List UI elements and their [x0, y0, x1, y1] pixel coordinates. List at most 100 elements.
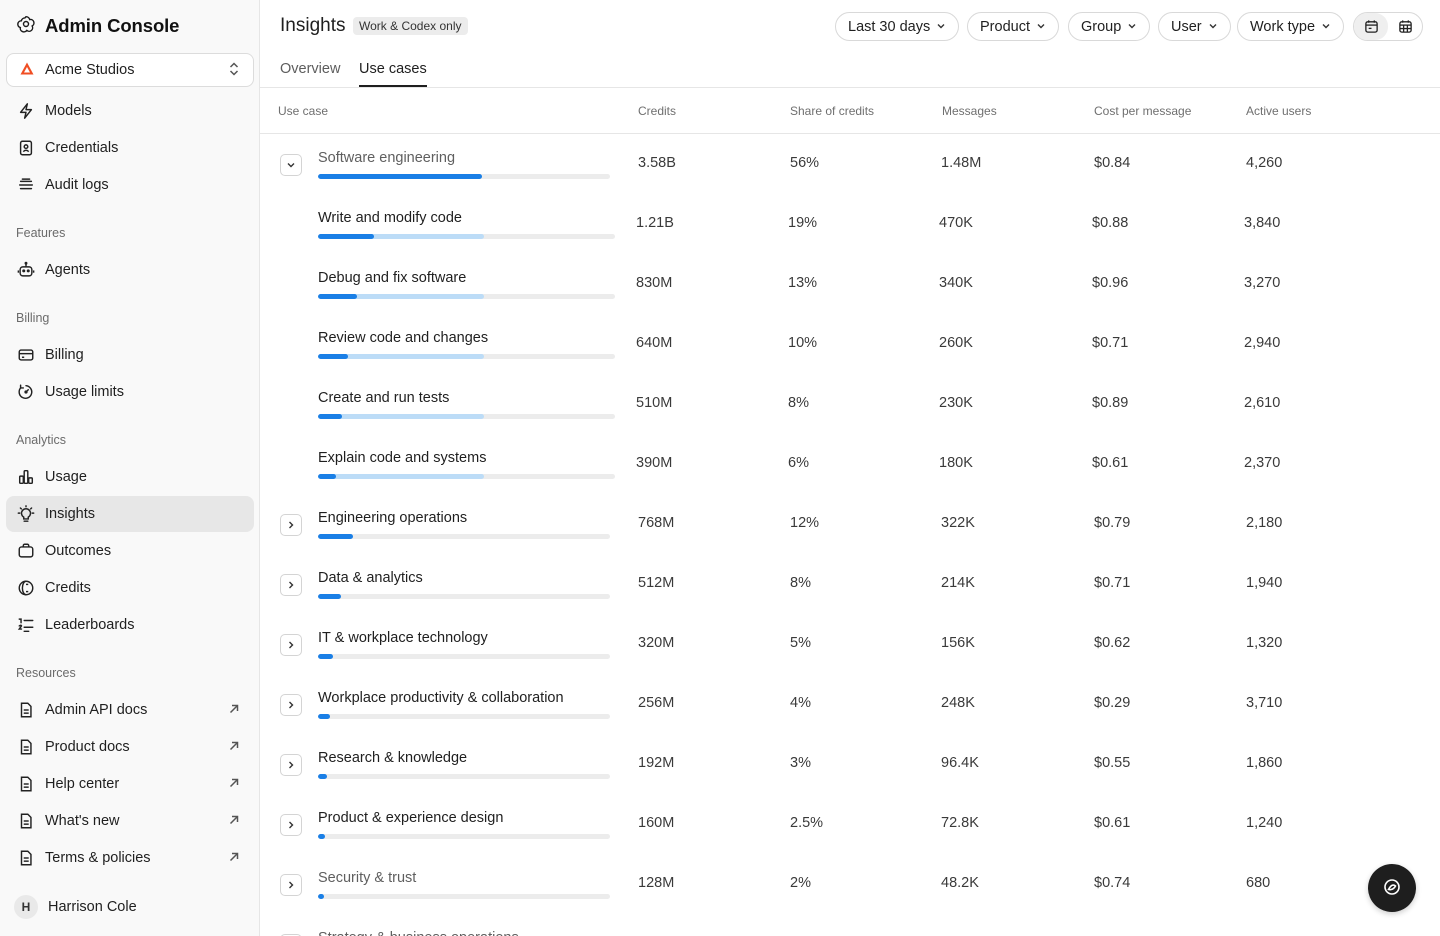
- external-link-icon: [228, 776, 240, 792]
- cell-users: 3,710: [1246, 695, 1283, 711]
- table-row[interactable]: Strategy & business operations: [260, 914, 1440, 936]
- filter-group[interactable]: Group: [1068, 12, 1151, 41]
- chevron-right-icon: [286, 757, 296, 773]
- tab-use-cases[interactable]: Use cases: [359, 61, 427, 87]
- share-fill: [318, 234, 374, 239]
- table-row[interactable]: IT & workplace technology 320M 5% 156K $0.62…: [260, 614, 1440, 674]
- share-fill: [318, 594, 341, 599]
- list-stack-icon: [16, 175, 36, 195]
- sidebar-item-agents[interactable]: Agents: [6, 252, 254, 288]
- use-case-name: Write and modify code: [318, 210, 462, 226]
- sidebar-item-whats-new[interactable]: What's new: [6, 803, 254, 839]
- briefcase-icon: [16, 541, 36, 561]
- cell-messages: 72.8K: [941, 815, 979, 831]
- sidebar-item-credentials[interactable]: Credentials: [6, 130, 254, 166]
- cell-cost: $0.89: [1092, 395, 1129, 411]
- table-row[interactable]: Security & trust 128M 2% 48.2K $0.74 680: [260, 854, 1440, 914]
- sidebar-item-product-docs[interactable]: Product docs: [6, 729, 254, 765]
- expand-toggle[interactable]: [280, 514, 302, 536]
- cell-share: 13%: [788, 275, 818, 291]
- cell-cost: $0.61: [1094, 815, 1131, 831]
- sidebar-item-billing[interactable]: Billing: [6, 337, 254, 373]
- weekly-calendar-icon[interactable]: [1354, 13, 1388, 40]
- chat-assistant-icon: [1382, 877, 1402, 900]
- use-case-name: Software engineering: [318, 150, 456, 166]
- ranked-list-icon: [16, 615, 36, 635]
- expand-toggle[interactable]: [280, 874, 302, 896]
- expand-toggle[interactable]: [280, 634, 302, 656]
- filter-user[interactable]: User: [1158, 12, 1231, 41]
- table-row[interactable]: Product & experience design 160M 2.5% 72.8K…: [260, 794, 1440, 854]
- table-row[interactable]: Workplace productivity & collaboration 25…: [260, 674, 1440, 734]
- page-title: Insights: [280, 15, 346, 36]
- column-header-messages[interactable]: Messages: [942, 104, 997, 118]
- chevron-down-icon: [1036, 19, 1046, 35]
- cell-share: 4%: [790, 695, 811, 711]
- filter-work-type[interactable]: Work type: [1237, 12, 1345, 41]
- use-case-name: Explain code and systems: [318, 450, 487, 466]
- sidebar-item-label: Billing: [45, 347, 84, 363]
- expand-toggle[interactable]: [280, 574, 302, 596]
- expand-toggle[interactable]: [280, 814, 302, 836]
- sidebar-item-audit-logs[interactable]: Audit logs: [6, 167, 254, 203]
- sidebar-item-terms-policies[interactable]: Terms & policies: [6, 840, 254, 876]
- share-bar: [318, 894, 610, 899]
- column-header-share[interactable]: Share of credits: [790, 104, 874, 118]
- use-case-name: Workplace productivity & collaboration: [318, 690, 564, 706]
- gauge-icon: [16, 382, 36, 402]
- filter-label: Work type: [1250, 18, 1316, 35]
- robot-icon: [16, 260, 36, 280]
- document-icon: [16, 737, 36, 757]
- org-switcher[interactable]: Acme Studios: [6, 53, 254, 87]
- sidebar-item-label: Leaderboards: [45, 617, 135, 633]
- cell-cost: $0.29: [1094, 695, 1131, 711]
- column-header-cost[interactable]: Cost per message: [1094, 104, 1191, 118]
- column-header-active-users[interactable]: Active users: [1246, 104, 1311, 118]
- expand-toggle[interactable]: [280, 754, 302, 776]
- sidebar-item-models[interactable]: Models: [6, 93, 254, 129]
- document-icon: [16, 700, 36, 720]
- sidebar-item-usage-limits[interactable]: Usage limits: [6, 374, 254, 410]
- assistant-button[interactable]: [1368, 864, 1416, 912]
- brand[interactable]: Admin Console: [16, 14, 179, 37]
- sidebar-item-outcomes[interactable]: Outcomes: [6, 533, 254, 569]
- table-row[interactable]: Research & knowledge 192M 3% 96.4K $0.55 1,86…: [260, 734, 1440, 794]
- sidebar-item-help-center[interactable]: Help center: [6, 766, 254, 802]
- cell-credits: 510M: [636, 395, 673, 411]
- user-menu[interactable]: H Harrison Cole: [14, 895, 137, 919]
- sidebar-item-leaderboards[interactable]: Leaderboards: [6, 607, 254, 643]
- scope-badge: Work & Codex only: [353, 17, 468, 35]
- sidebar-item-usage[interactable]: Usage: [6, 459, 254, 495]
- sidebar-item-label: Agents: [45, 262, 91, 278]
- collapse-toggle[interactable]: [280, 154, 302, 176]
- table-row[interactable]: Engineering operations 768M 12% 322K $0.79 2,…: [260, 494, 1440, 554]
- cell-share: 19%: [788, 215, 818, 231]
- sidebar-item-insights[interactable]: Insights: [6, 496, 254, 532]
- external-link-icon: [228, 739, 240, 755]
- sidebar-item-label: Outcomes: [45, 543, 112, 559]
- table-subrow: Review code and changes 640M 10% 260K $0.71 2…: [260, 314, 1440, 374]
- sidebar-item-credits[interactable]: Credits: [6, 570, 254, 606]
- chevron-right-icon: [286, 877, 296, 893]
- sidebar-item-admin-api-docs[interactable]: Admin API docs: [6, 692, 254, 728]
- cell-credits: 192M: [638, 755, 675, 771]
- share-bar: [318, 474, 615, 479]
- filter-product[interactable]: Product: [967, 12, 1059, 41]
- table-row[interactable]: Data & analytics 512M 8% 214K $0.71 1,940: [260, 554, 1440, 614]
- tab-overview[interactable]: Overview: [280, 61, 340, 85]
- external-link-icon: [228, 850, 240, 866]
- monthly-calendar-icon[interactable]: [1388, 13, 1422, 40]
- divider: [260, 87, 1440, 88]
- filter-date-range[interactable]: Last 30 days: [835, 12, 960, 41]
- share-bar: [318, 654, 610, 659]
- expand-toggle[interactable]: [280, 694, 302, 716]
- table-row[interactable]: Software engineering 3.58B 56% 1.48M $0.84 4,…: [260, 134, 1440, 194]
- bar-chart-icon: [16, 467, 36, 487]
- column-header-use-case[interactable]: Use case: [278, 104, 328, 118]
- column-header-credits[interactable]: Credits: [638, 104, 676, 118]
- chevron-right-icon: [286, 577, 296, 593]
- sidebar: Admin Console Acme Studios Models Creden…: [0, 0, 260, 936]
- cell-share: 8%: [790, 575, 811, 591]
- cell-cost: $0.71: [1092, 335, 1129, 351]
- share-fill: [318, 774, 327, 779]
